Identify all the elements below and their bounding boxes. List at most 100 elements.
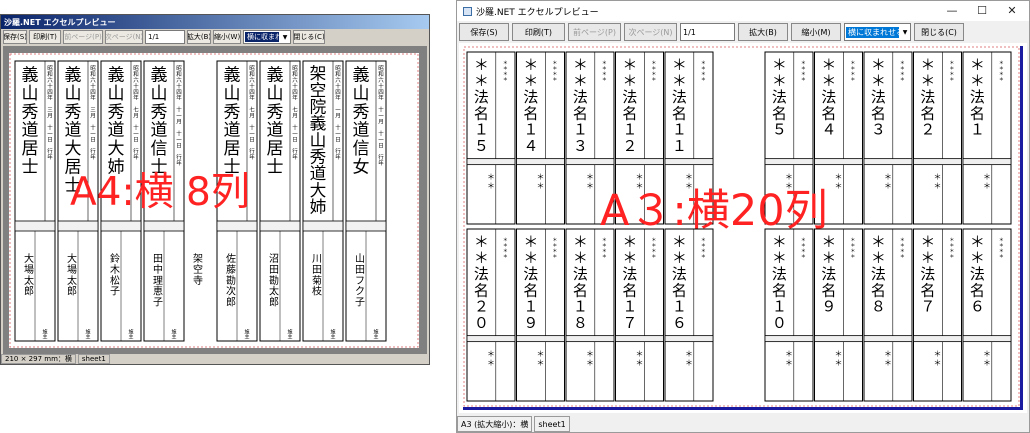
family-label: ＊＊ [934, 350, 942, 368]
zoom-in-button[interactable]: 拡大(B) [738, 23, 788, 41]
date-label: ＊＊＊＊ [999, 61, 1004, 83]
date-label: ＊＊＊＊ [651, 61, 656, 83]
date-label-text: ＊＊＊＊ [949, 238, 954, 260]
tablet-column: 義山秀道信士昭和六十四年 十一月 十一日 行年田中理恵子施主 [143, 60, 185, 342]
preview-area[interactable]: ＊＊法名１５ ＊＊＊＊ ＊＊ ＊＊法名１４ ＊＊＊＊ ＊＊ ＊＊法名１３ ＊＊＊＊ ＊＊ ＊＊法名… [459, 43, 1027, 413]
tablet-column: 義山秀道居士昭和六十四年 七月 十一日 行年沼田勘太郎施主 [259, 60, 301, 342]
tablet-column: 義山秀道大姉昭和六十四年 七月 十一日 行年鈴木松子施主 [100, 60, 142, 342]
status-bar: 210 × 297 mm：横 sheet1 [1, 354, 429, 364]
window-title: 沙羅.NET エクセルプレビュー [4, 17, 116, 27]
family-label: 鈴木松子 [110, 252, 120, 297]
date-label-text: ＊＊＊＊ [850, 61, 855, 83]
foot-label: 施主 [42, 328, 47, 340]
preview-window-a3: 沙羅.NET エクセルプレビュー — ☐ ✕ 保存(S) 印刷(T) 前ページ(… [456, 0, 1030, 433]
family-label-text: ＊＊ [785, 350, 793, 368]
date-label-text: ＊＊＊＊ [503, 238, 508, 260]
kaimyo-label-text: ＊＊法名１０ [772, 233, 787, 332]
date-label-text: ＊＊＊＊ [999, 61, 1004, 83]
save-button[interactable]: 保存(S) [459, 23, 509, 41]
zoom-out-button[interactable]: 縮小(M) [791, 23, 841, 41]
zoom-in-button[interactable]: 拡大(B) [187, 30, 211, 44]
next-page-button[interactable]: 次ページ(N) [105, 30, 143, 44]
separator-band [516, 158, 565, 166]
separator-band [57, 220, 99, 232]
close-icon[interactable]: ✕ [1005, 4, 1019, 18]
foot-label-text: 施主 [330, 328, 335, 340]
kaimyo-label-text: ＊＊法名６ [970, 233, 985, 316]
preview-page: 義山秀道居士 昭和六十四年 三月 十一日 行年 大場太郎 施主 義山秀道大居士 昭和六十四… [9, 53, 419, 348]
chevron-down-icon: ▼ [282, 33, 288, 41]
date-label: ＊＊＊＊ [552, 61, 557, 83]
foot-label-text: 施主 [171, 328, 176, 340]
tablet-column: 架空院義山秀道大姉昭和六十四年 一月 十一日 行年川田菊枝施主 [302, 60, 344, 342]
date-label-text: ＊＊＊＊ [552, 61, 557, 83]
fit-mode-select[interactable]: 横に収まれせる ▼ [844, 23, 911, 41]
family-label: ＊＊ [685, 173, 693, 191]
next-page-button[interactable]: 次ページ(N) [624, 23, 677, 41]
preview-area[interactable]: 義山秀道居士 昭和六十四年 三月 十一日 行年 大場太郎 施主 義山秀道大居士 昭和六十四… [3, 46, 427, 357]
kaimyo-label-text: ＊＊法名１４ [523, 56, 538, 155]
family-label-text: ＊＊ [934, 173, 942, 191]
kaimyo-label-text: ＊＊法名１７ [622, 233, 637, 332]
separator-band [913, 158, 962, 166]
maximize-icon[interactable]: ☐ [975, 4, 989, 18]
close-button[interactable]: 閉じる(C) [914, 23, 964, 41]
separator-band [962, 158, 1012, 166]
kaimyo-label-text: 義山秀道信女 [353, 66, 370, 178]
date-label-text: ＊＊＊＊ [701, 61, 706, 83]
kaimyo-label: 義山秀道居士 [22, 66, 39, 178]
kaimyo-label: ＊＊法名１０ [772, 233, 787, 332]
prev-page-button[interactable]: 前ページ(P) [568, 23, 621, 41]
family-label-text: 川田菊枝 [312, 254, 322, 297]
page-number-field[interactable]: 1/1 [145, 30, 185, 44]
title-bar: 沙羅.NET エクセルプレビュー — ☐ ✕ [457, 1, 1029, 21]
date-label: ＊＊＊＊ [949, 61, 954, 83]
save-button[interactable]: 保存(S) [3, 30, 27, 44]
family-label-text: ＊＊ [537, 350, 545, 368]
prev-page-button[interactable]: 前ページ(P) [63, 30, 103, 44]
chevron-down-icon: ▼ [902, 28, 908, 36]
kaimyo-label: ＊＊法名１７ [622, 233, 637, 332]
kaimyo-label-text: 義山秀道居士 [224, 66, 241, 178]
family-label: 大場太郎 [24, 252, 34, 297]
date-label-text: ＊＊＊＊ [949, 61, 954, 83]
kaimyo-label: ＊＊法名２ [920, 56, 935, 139]
date-label: ＊＊＊＊ [552, 238, 557, 260]
kaimyo-label-text: ＊＊法名１ [970, 56, 985, 139]
date-label-text: ＊＊＊＊ [552, 238, 557, 260]
family-label-text: ＊＊ [835, 173, 843, 191]
separator-band [664, 335, 714, 343]
date-label: ＊＊＊＊ [701, 238, 706, 260]
family-label-text: ＊＊ [586, 173, 594, 191]
tablet-column: ＊＊法名１４＊＊＊＊＊＊ [516, 51, 565, 225]
kaimyo-label-text: 義山秀道居士 [267, 66, 284, 178]
family-label: ＊＊ [586, 173, 594, 191]
family-label: ＊＊ [487, 173, 495, 191]
kaimyo-label-text: ＊＊法名９ [821, 233, 836, 316]
close-button[interactable]: 閉じる(C) [293, 30, 325, 44]
foot-label-text: 施主 [244, 328, 249, 340]
kaimyo-label: ＊＊法名１６ [672, 233, 687, 332]
paper-size-status: A3 (拡大縮小)：横 [457, 416, 533, 432]
family-label: ＊＊ [934, 173, 942, 191]
separator-band [100, 220, 142, 232]
minimize-icon[interactable]: — [945, 4, 959, 18]
kaimyo-label-text: ＊＊法名８ [871, 233, 886, 316]
separator-band [345, 220, 387, 232]
tablet-column: ＊＊法名７＊＊＊＊＊＊ [913, 228, 962, 402]
family-label-text: ＊＊ [884, 173, 892, 191]
print-button[interactable]: 印刷(T) [512, 23, 565, 41]
date-label: ＊＊＊＊ [651, 238, 656, 260]
date-label-text: ＊＊＊＊ [651, 61, 656, 83]
family-label-text: ＊＊ [685, 173, 693, 191]
zoom-out-button[interactable]: 縮小(W) [213, 30, 241, 44]
sheet-status: sheet1 [77, 354, 110, 364]
separator-band [814, 158, 863, 166]
family-label: ＊＊ [685, 350, 693, 368]
fit-mode-select[interactable]: 横に収まれせる ▼ [243, 30, 291, 44]
date-label: ＊＊＊＊ [801, 61, 806, 83]
foot-label: 施主 [85, 328, 90, 340]
date-label-text: ＊＊＊＊ [999, 238, 1004, 260]
print-button[interactable]: 印刷(T) [29, 30, 61, 44]
page-number-field[interactable]: 1/1 [680, 23, 735, 41]
